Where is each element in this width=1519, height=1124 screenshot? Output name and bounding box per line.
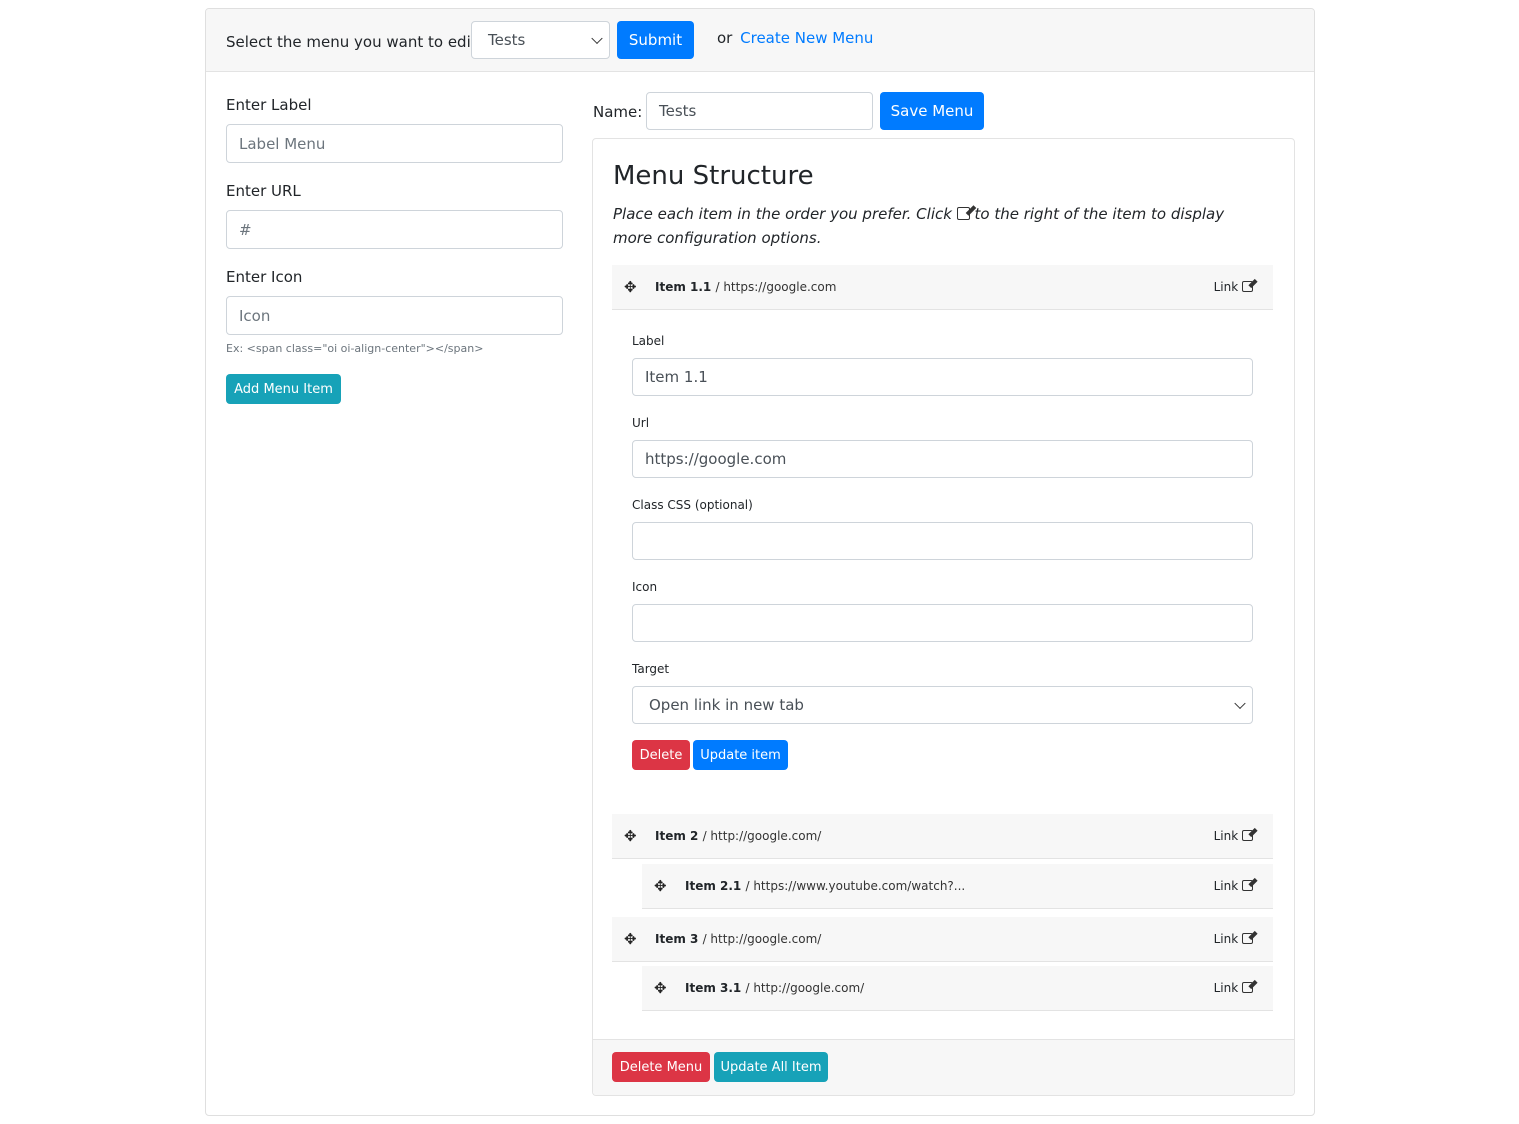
- menu-name-input[interactable]: Tests: [646, 92, 873, 130]
- select-menu-label: Select the menu you want to edit:: [226, 33, 482, 51]
- menu-structure-title: Menu Structure: [613, 161, 814, 191]
- menu-item-2[interactable]: ✥ Item 2 / http://google.com/ Link: [612, 814, 1273, 859]
- submit-button[interactable]: Submit: [617, 21, 694, 59]
- item-edit-link[interactable]: Link: [1214, 280, 1253, 294]
- edit-icon: [1242, 982, 1253, 993]
- edit-class-title: Class CSS (optional): [632, 498, 753, 512]
- item-edit-link[interactable]: Link: [1214, 981, 1253, 995]
- icon-hint: Ex: <span class="oi oi-align-center"></s…: [226, 342, 483, 355]
- move-icon[interactable]: ✥: [654, 979, 667, 997]
- item-name: Item 3 / http://google.com/: [655, 932, 821, 946]
- menu-name-value: Tests: [659, 102, 696, 120]
- edit-icon: [1242, 933, 1253, 944]
- item-edit-link[interactable]: Link: [1214, 879, 1253, 893]
- edit-url-title: Url: [632, 416, 649, 430]
- edit-icon-input[interactable]: [632, 604, 1253, 642]
- create-menu-text: or Create New Menu: [717, 29, 873, 47]
- edit-target-value: Open link in new tab: [649, 696, 804, 714]
- edit-icon: [1242, 830, 1253, 841]
- url-input-placeholder: #: [239, 221, 252, 239]
- enter-icon-title: Enter Icon: [226, 268, 302, 286]
- item-edit-link[interactable]: Link: [1214, 829, 1253, 843]
- menu-select[interactable]: Tests: [471, 21, 610, 59]
- menu-select-value: Tests: [488, 31, 525, 49]
- chevron-down-icon: [591, 33, 602, 44]
- save-menu-button[interactable]: Save Menu: [880, 92, 984, 130]
- menu-name-label: Name:: [593, 103, 642, 121]
- label-input[interactable]: Label Menu: [226, 124, 563, 163]
- delete-item-button[interactable]: Delete: [632, 740, 690, 770]
- edit-icon: [1242, 880, 1253, 891]
- item-name: Item 1.1 / https://google.com: [655, 280, 836, 294]
- move-icon[interactable]: ✥: [624, 930, 637, 948]
- item-edit-link[interactable]: Link: [1214, 932, 1253, 946]
- update-item-button[interactable]: Update item: [693, 740, 788, 770]
- item-name: Item 2.1 / https://www.youtube.com/watch…: [685, 879, 965, 893]
- chevron-down-icon: [1234, 698, 1245, 709]
- menu-structure-description: Place each item in the order you prefer.…: [613, 202, 1253, 250]
- menu-select-bar: Select the menu you want to edit: Tests …: [206, 9, 1314, 72]
- icon-input-placeholder: Icon: [239, 307, 270, 325]
- move-icon[interactable]: ✥: [624, 827, 637, 845]
- edit-label-title: Label: [632, 334, 664, 348]
- item-name: Item 2 / http://google.com/: [655, 829, 821, 843]
- edit-url-input[interactable]: https://google.com: [632, 440, 1253, 478]
- icon-input[interactable]: Icon: [226, 296, 563, 335]
- edit-icon: [957, 207, 970, 220]
- desc-part1: Place each item in the order you prefer.…: [613, 205, 952, 223]
- menu-structure-footer: Delete Menu Update All Item: [593, 1039, 1294, 1095]
- edit-label-value: Item 1.1: [645, 368, 708, 386]
- menu-item-1-1[interactable]: ✥ Item 1.1 / https://google.com Link: [612, 265, 1273, 310]
- menu-editor-card: Select the menu you want to edit: Tests …: [205, 8, 1315, 1116]
- create-new-menu-link[interactable]: Create New Menu: [740, 29, 873, 47]
- delete-menu-button[interactable]: Delete Menu: [612, 1052, 710, 1082]
- edit-class-input[interactable]: [632, 522, 1253, 560]
- label-input-placeholder: Label Menu: [239, 135, 325, 153]
- edit-icon: [1242, 281, 1253, 292]
- edit-label-input[interactable]: Item 1.1: [632, 358, 1253, 396]
- edit-target-title: Target: [632, 662, 669, 676]
- edit-icon-title: Icon: [632, 580, 657, 594]
- menu-item-3[interactable]: ✥ Item 3 / http://google.com/ Link: [612, 917, 1273, 962]
- item-name: Item 3.1 / http://google.com/: [685, 981, 864, 995]
- menu-item-2-1[interactable]: ✥ Item 2.1 / https://www.youtube.com/wat…: [642, 864, 1273, 909]
- enter-url-title: Enter URL: [226, 182, 301, 200]
- move-icon[interactable]: ✥: [654, 877, 667, 895]
- edit-url-value: https://google.com: [645, 450, 786, 468]
- url-input[interactable]: #: [226, 210, 563, 249]
- move-icon[interactable]: ✥: [624, 278, 637, 296]
- add-menu-item-button[interactable]: Add Menu Item: [226, 374, 341, 404]
- menu-item-3-1[interactable]: ✥ Item 3.1 / http://google.com/ Link: [642, 966, 1273, 1011]
- update-all-item-button[interactable]: Update All Item: [714, 1052, 828, 1082]
- or-text: or: [717, 29, 732, 47]
- edit-target-select[interactable]: Open link in new tab: [632, 686, 1253, 724]
- enter-label-title: Enter Label: [226, 96, 312, 114]
- menu-structure-panel: Menu Structure Place each item in the or…: [592, 138, 1295, 1096]
